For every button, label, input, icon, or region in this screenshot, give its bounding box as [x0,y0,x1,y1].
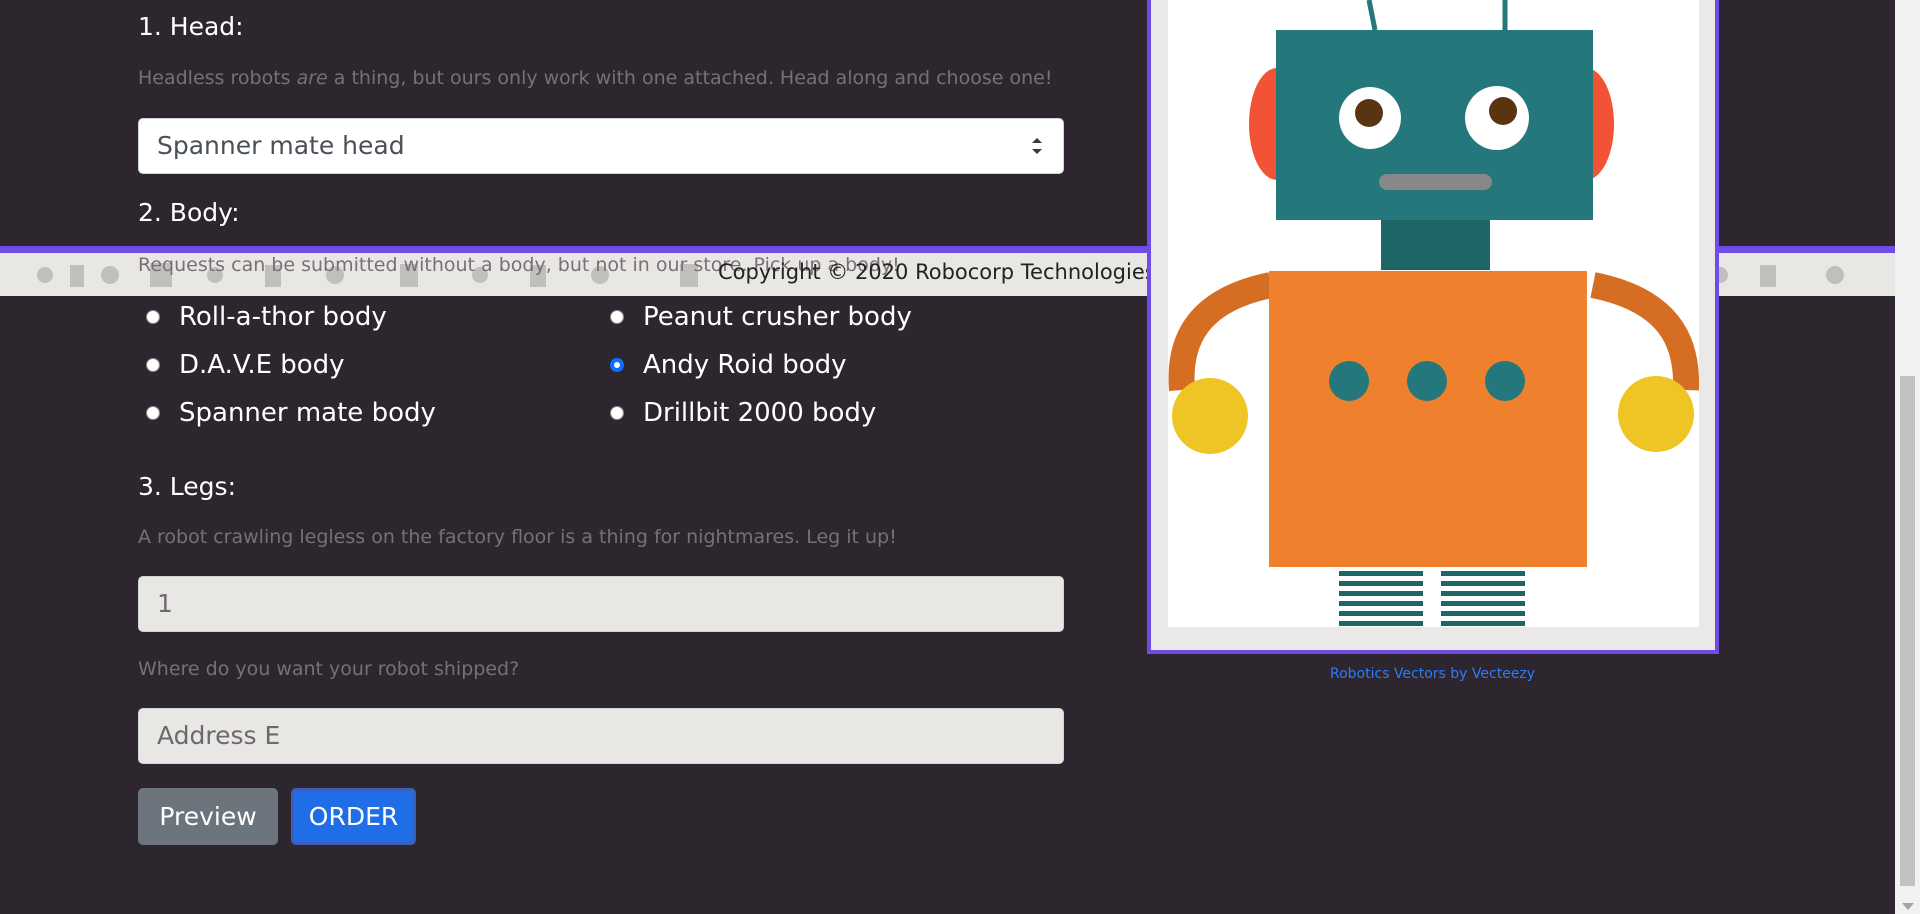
body-section-title: 2. Body: [138,198,240,227]
radio-dave[interactable]: D.A.V.E body [146,350,345,380]
radio-button[interactable] [146,310,160,324]
legs-input-value: 1 [157,589,173,618]
scroll-down-arrow-icon[interactable] [1902,903,1914,910]
radio-spanner-mate[interactable]: Spanner mate body [146,398,436,428]
radio-roll-a-thor[interactable]: Roll-a-thor body [146,302,387,332]
address-input-value: Address E [157,721,281,750]
address-help-text: Where do you want your robot shipped? [138,658,520,680]
radio-label: Peanut crusher body [643,302,912,332]
radio-label: Drillbit 2000 body [643,398,877,428]
radio-label: Roll-a-thor body [179,302,387,332]
radio-button[interactable] [146,358,160,372]
head-help-text: Headless robots are a thing, but ours on… [138,67,1052,89]
radio-label: Andy Roid body [643,350,847,380]
robot-illustration [1168,0,1699,626]
legs-help-text: A robot crawling legless on the factory … [138,526,897,548]
head-select[interactable]: Spanner mate head [138,118,1064,174]
vecteezy-credit-link[interactable]: Robotics Vectors by Vecteezy [1330,666,1535,682]
radio-button-checked[interactable] [610,358,624,372]
radio-button[interactable] [610,406,624,420]
scrollbar-thumb[interactable] [1900,376,1915,886]
head-help-pre: Headless robots [138,67,297,89]
head-help-post: a thing, but ours only work with one att… [327,67,1053,89]
legs-section-title: 3. Legs: [138,472,236,501]
radio-button[interactable] [610,310,624,324]
radio-label: Spanner mate body [179,398,436,428]
radio-peanut-crusher[interactable]: Peanut crusher body [610,302,912,332]
page-scrollbar[interactable] [1895,0,1920,914]
radio-drillbit-2000[interactable]: Drillbit 2000 body [610,398,876,428]
robot-preview-image [1168,0,1699,627]
address-input[interactable]: Address E [138,708,1064,764]
head-help-em: are [296,67,328,89]
legs-input[interactable]: 1 [138,576,1064,632]
radio-andy-roid[interactable]: Andy Roid body [610,350,847,380]
radio-label: D.A.V.E body [179,350,345,380]
head-select-value: Spanner mate head [157,131,405,160]
footer-copyright: Copyright © 2020 Robocorp Technologies, … [718,260,1176,284]
order-button[interactable]: ORDER [291,788,416,845]
head-section-title: 1. Head: [138,12,244,41]
radio-button[interactable] [146,406,160,420]
select-caret-icon [1032,138,1042,154]
preview-button[interactable]: Preview [138,788,278,845]
